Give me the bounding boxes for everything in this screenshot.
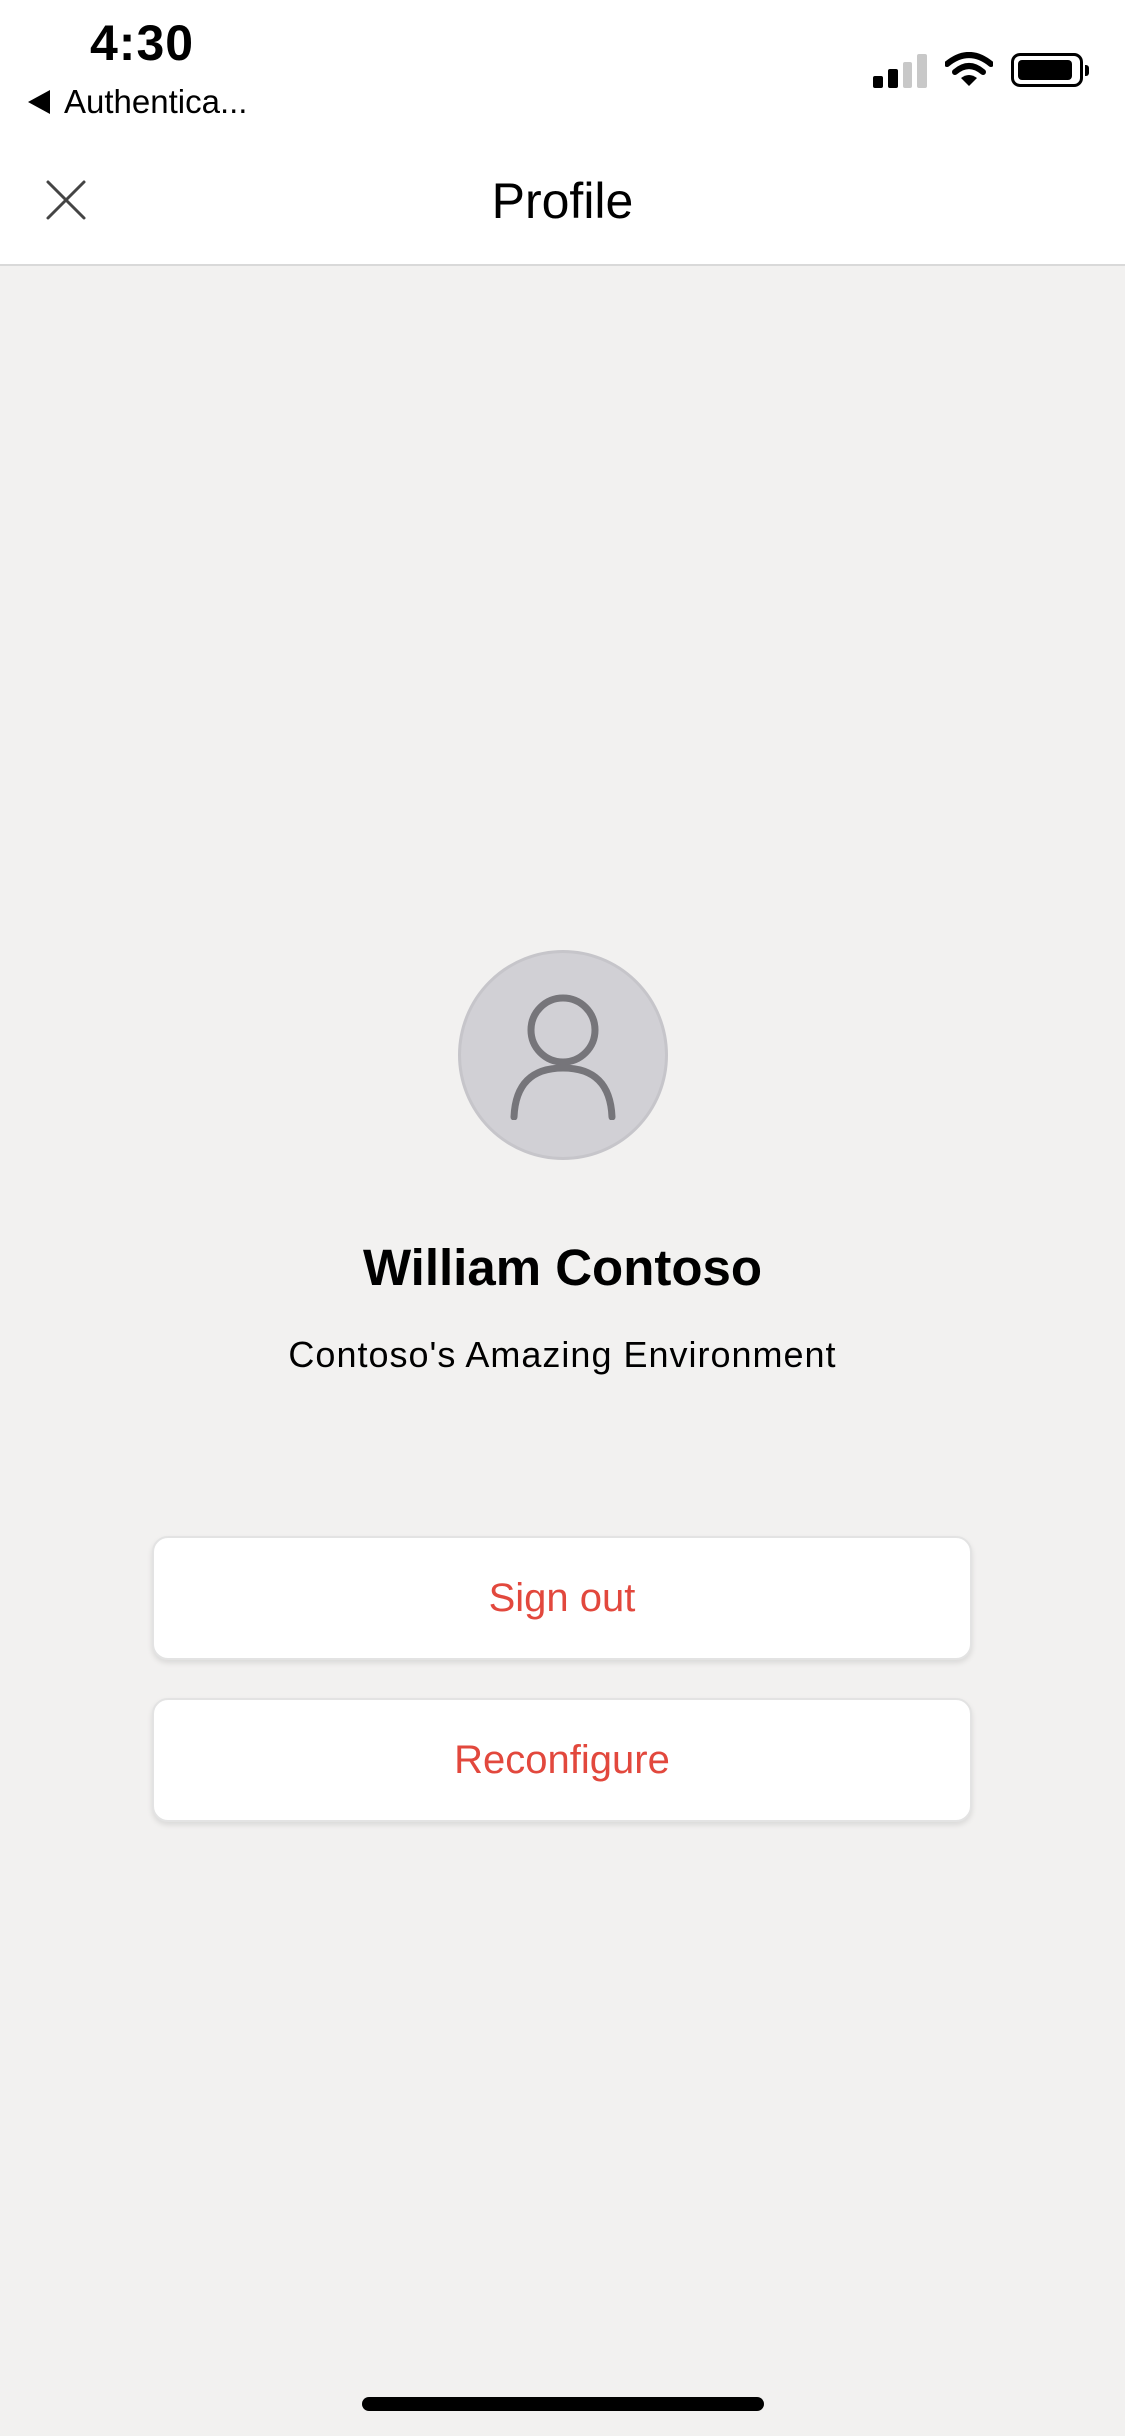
battery-level: [1018, 60, 1072, 80]
user-name: William Contoso: [362, 1239, 763, 1296]
sign-out-label: Sign out: [488, 1575, 636, 1620]
status-time: 4:30: [90, 15, 195, 71]
battery-cap: [1085, 65, 1089, 76]
status-icons: [873, 50, 1089, 90]
wifi-icon: [945, 52, 993, 86]
signal-bar: [873, 76, 883, 88]
environment-name: Contoso's Amazing Environment: [288, 1334, 837, 1375]
signal-bar: [917, 54, 927, 88]
battery-icon: [1011, 53, 1089, 87]
navigation-bar: Profile: [0, 140, 1125, 266]
back-to-app-link[interactable]: Authentica...: [28, 80, 247, 124]
reconfigure-label: Reconfigure: [454, 1737, 670, 1782]
page-title: Profile: [491, 173, 634, 229]
back-triangle-icon: [28, 90, 50, 114]
back-app-label: Authentica...: [64, 83, 248, 120]
sign-out-button[interactable]: Sign out: [152, 1536, 972, 1660]
status-bar: 4:30 Authentica...: [0, 0, 1125, 140]
person-icon: [510, 994, 616, 1120]
cellular-signal-icon: [873, 52, 927, 88]
home-indicator[interactable]: [362, 2397, 764, 2411]
signal-bar: [902, 62, 913, 88]
signal-bar: [887, 69, 898, 88]
reconfigure-button[interactable]: Reconfigure: [152, 1698, 972, 1822]
avatar: [458, 950, 668, 1160]
